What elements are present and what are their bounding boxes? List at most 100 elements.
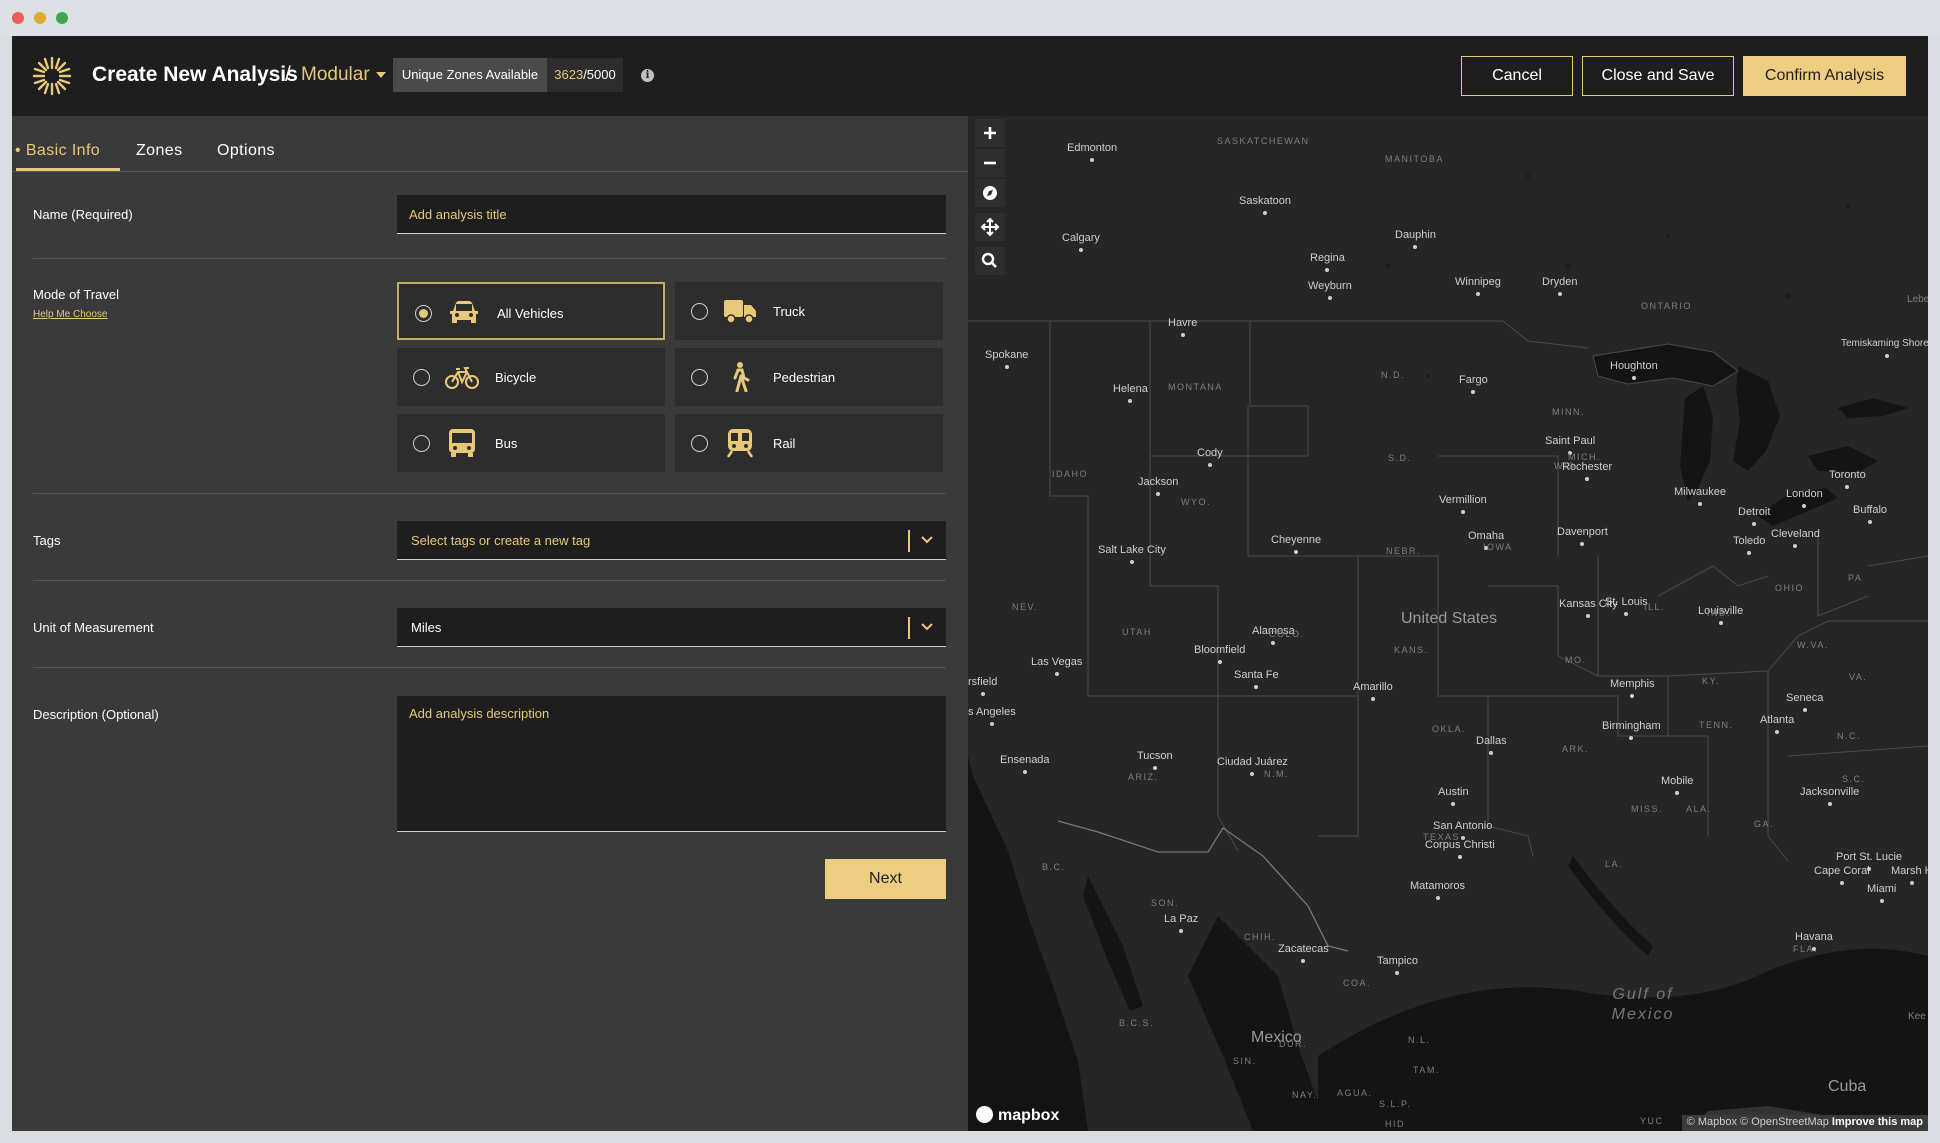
mode-option-bus[interactable]: Bus [397,414,665,472]
radio-button[interactable] [413,369,430,386]
map-region: OKLA. [1432,724,1467,734]
map-city: Miami [1867,883,1897,903]
map-region: OHIO [1775,583,1805,593]
chevron-down-icon[interactable] [920,620,934,634]
map-city: San Antonio [1433,820,1493,840]
page-title: Create New Analysis [92,63,298,86]
search-icon [981,252,997,268]
confirm-analysis-button[interactable]: Confirm Analysis [1743,56,1906,96]
rail-icon [726,429,754,458]
mode-label: Rail [773,436,796,451]
tab-options[interactable]: Options [217,142,275,160]
map-city: Matamoros [1410,880,1466,900]
description-textarea[interactable]: Add analysis description [397,696,946,832]
next-button[interactable]: Next [825,859,946,899]
map-city: London [1786,488,1823,508]
help-me-choose-link[interactable]: Help Me Choose [33,309,107,320]
caret-down-icon[interactable] [376,72,386,78]
radio-button[interactable] [691,303,708,320]
mode-option-truck[interactable]: Truck [675,282,943,340]
tab-zones[interactable]: Zones [136,142,182,160]
map-city: Zacatecas [1278,943,1329,963]
minimize-window-icon[interactable] [34,12,46,24]
map-region: ARK. [1562,744,1590,754]
mode-option-all-vehicles[interactable]: All Vehicles [397,282,665,340]
mode-option-pedestrian[interactable]: Pedestrian [675,348,943,406]
attribution-osm[interactable]: © OpenStreetMap [1740,1116,1829,1128]
zoom-in-button[interactable] [975,119,1005,147]
chevron-down-icon[interactable] [920,533,934,547]
tab-basic-info[interactable]: • Basic Info [15,142,100,160]
pan-button[interactable] [975,213,1005,241]
map-region: KY. [1702,676,1720,686]
map-city: St. Louis [1605,596,1648,616]
map-region: COA. [1343,978,1372,988]
app-window: Create New Analysis / Modular Unique Zon… [12,36,1928,1131]
map-city: Mobile [1661,775,1694,795]
map-region: UTAH [1122,627,1152,637]
compass-icon [983,186,997,200]
info-icon[interactable]: i [641,69,654,82]
compass-button[interactable] [975,179,1005,207]
map-city: Havana [1795,931,1833,951]
tags-select[interactable]: Select tags or create a new tag [397,521,946,560]
mode-option-bicycle[interactable]: Bicycle [397,348,665,406]
map-region: IDAHO [1052,469,1089,479]
map-region: VA. [1849,672,1868,682]
map-region: S.D. [1388,453,1412,463]
map-region: B.C. [1042,862,1066,872]
map-city: Austin [1438,786,1469,806]
map-city: Saskatoon [1239,195,1291,215]
radio-button[interactable] [691,369,708,386]
maximize-window-icon[interactable] [56,12,68,24]
map-city: Amarillo [1353,681,1393,701]
map-region: B.C.S. [1119,1018,1155,1028]
radio-button[interactable] [413,435,430,452]
map-region: MICH. [1568,452,1601,462]
sun-logo-icon [32,56,72,96]
map-city: Buffalo [1853,504,1888,524]
map-city: Bloomfield [1194,644,1246,664]
divider [33,580,946,581]
map-view[interactable]: Edmonton Saskatoon Calgary Dauphin Regin… [968,116,1928,1131]
map-city: Tampico [1377,955,1418,975]
map-city: Toledo [1733,535,1766,555]
map-region: AGUA. [1337,1088,1373,1098]
bus-icon [449,429,475,457]
map-region: S.C. [1842,774,1866,784]
unit-select[interactable]: Miles [397,608,946,647]
map-city: Omaha [1468,530,1505,550]
close-and-save-button[interactable]: Close and Save [1582,56,1734,96]
map-city: Ensenada [1000,754,1050,774]
radio-button[interactable] [691,435,708,452]
map-city: Helena [1113,383,1148,403]
mode-option-rail[interactable]: Rail [675,414,943,472]
map-region: S.L.P. [1379,1099,1412,1109]
search-map-button[interactable] [975,247,1005,275]
name-input[interactable]: Add analysis title [397,195,946,234]
map-city: Cody [1197,447,1223,467]
map-region: MINN. [1552,407,1585,417]
map-region: TAM. [1413,1065,1440,1075]
divider [33,258,946,259]
select-divider [908,530,910,552]
description-label: Description (Optional) [33,707,159,722]
map-region: TEXAS [1423,832,1461,842]
cancel-button[interactable]: Cancel [1461,56,1573,96]
map-city: Saint Paul [1545,435,1596,455]
map-region: ONTARIO [1641,301,1692,311]
radio-button[interactable] [415,305,432,322]
analysis-mode-dropdown[interactable]: Modular [301,64,370,86]
zoom-out-button[interactable] [975,149,1005,177]
map-region: SIN. [1233,1056,1257,1066]
map-city: Dallas [1476,735,1507,755]
map-region: NEBR. [1386,546,1422,556]
close-window-icon[interactable] [12,12,24,24]
map-city: Toronto [1829,469,1866,489]
pan-icon [980,217,1000,237]
map-region: GA. [1754,819,1775,829]
map-region: NAY. [1292,1090,1318,1100]
attribution-mapbox[interactable]: © Mapbox [1687,1116,1737,1128]
map-region: N.D. [1381,370,1405,380]
improve-map-link[interactable]: Improve this map [1832,1116,1923,1128]
